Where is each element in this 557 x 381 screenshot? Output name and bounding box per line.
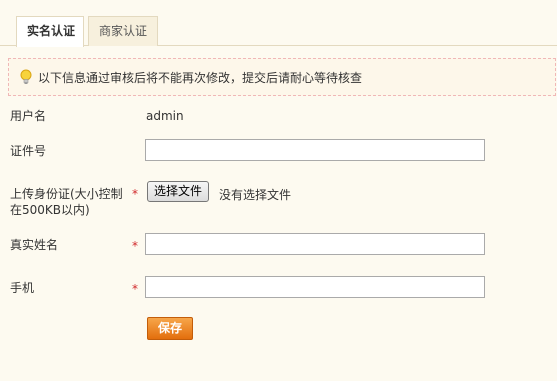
verification-page: 实名认证 商家认证 以下信息通过审核后将不能再次修改，提交后请耐心等待核查 用户… — [0, 0, 557, 381]
tab-real-name-verification[interactable]: 实名认证 — [16, 16, 84, 47]
username-label: 用户名 — [10, 109, 47, 123]
file-status-text: 没有选择文件 — [219, 188, 292, 202]
real-name-required-mark: * — [132, 239, 138, 253]
phone-label: 手机 — [10, 281, 35, 295]
username-value: admin — [146, 109, 184, 123]
phone-input[interactable] — [145, 276, 485, 298]
notice-banner: 以下信息通过审核后将不能再次修改，提交后请耐心等待核查 — [8, 58, 556, 96]
choose-file-button[interactable]: 选择文件 — [147, 181, 210, 202]
upload-required-mark: * — [132, 187, 138, 201]
id-number-label: 证件号 — [10, 144, 47, 158]
notice-text: 以下信息通过审核后将不能再次修改，提交后请耐心等待核查 — [38, 70, 363, 85]
id-number-input[interactable] — [145, 139, 485, 161]
upload-id-label: 上传身份证(大小控制在500KB以内) — [10, 187, 123, 217]
tab-bar: 实名认证 商家认证 — [0, 0, 557, 47]
tab-merchant-verification[interactable]: 商家认证 — [88, 16, 158, 46]
save-button[interactable]: 保存 — [147, 317, 193, 340]
lightbulb-icon — [20, 69, 32, 84]
real-name-label: 真实姓名 — [10, 238, 59, 252]
real-name-input[interactable] — [145, 233, 485, 255]
phone-required-mark: * — [132, 282, 138, 296]
